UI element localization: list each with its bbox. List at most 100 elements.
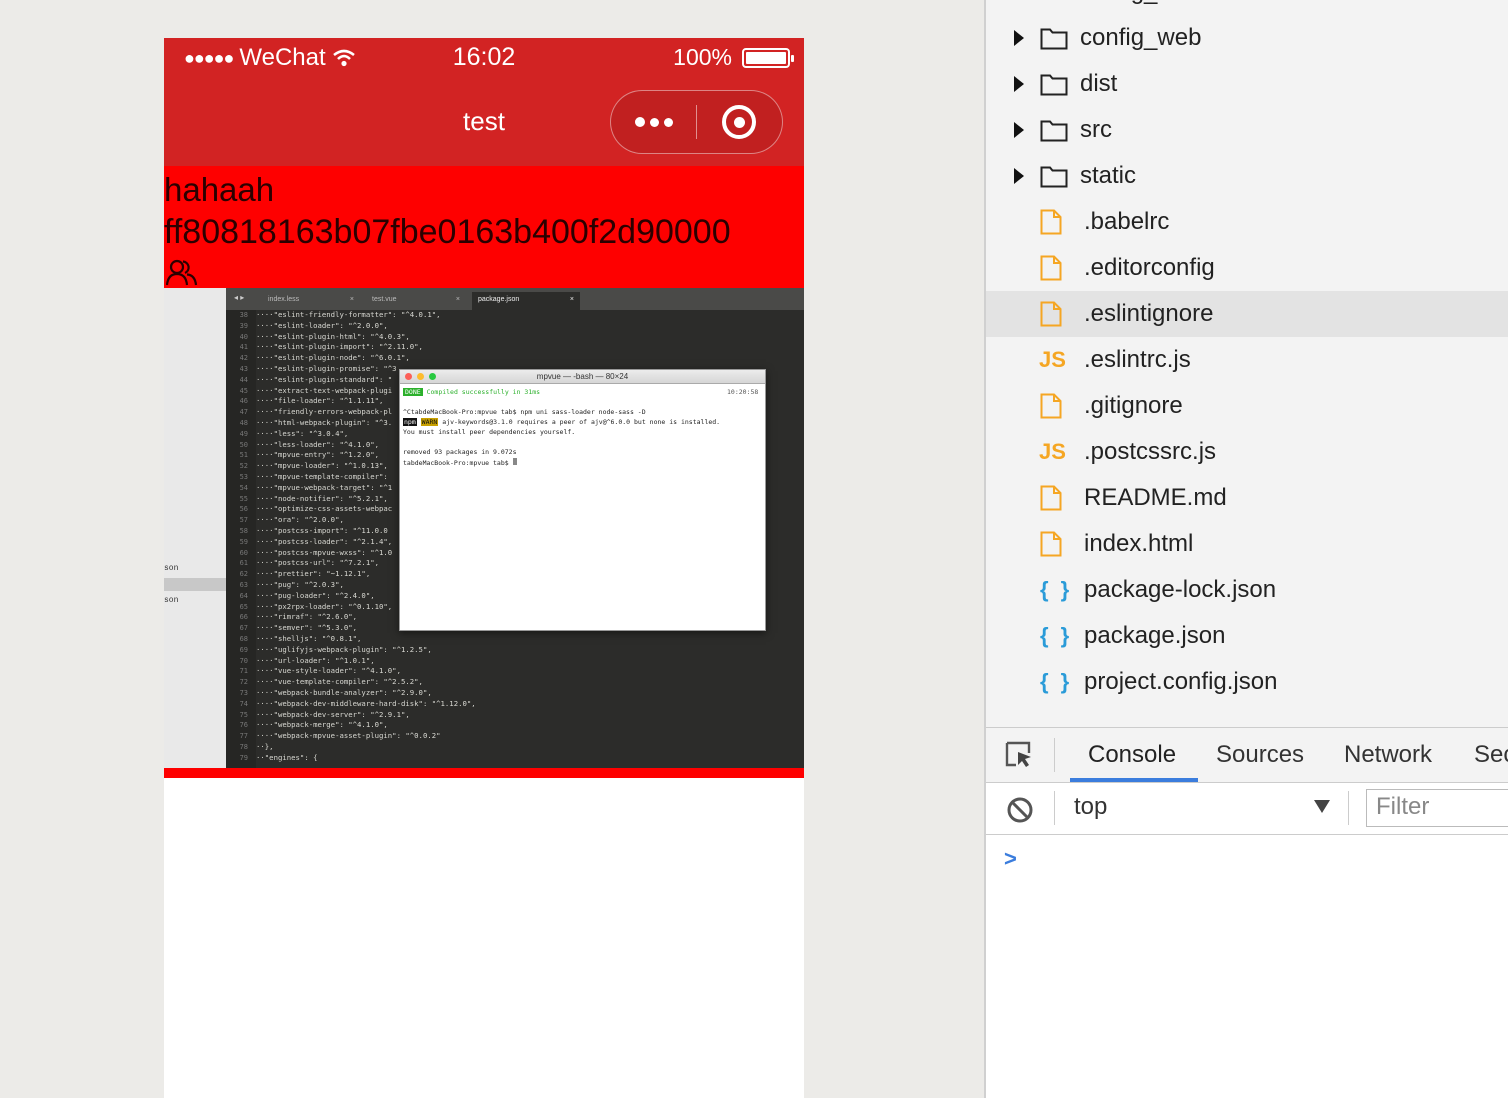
line-number: 58 bbox=[239, 527, 248, 535]
line-number: 59 bbox=[239, 537, 248, 546]
devtools-tabbar: Console Sources Network Sec bbox=[986, 727, 1508, 783]
content-text-1: hahaah bbox=[164, 171, 275, 208]
code-line: ····"eslint-friendly-formatter": "^4.0.1… bbox=[256, 310, 441, 319]
line-number: 45 bbox=[239, 386, 248, 395]
line-number: 39 bbox=[239, 321, 248, 330]
nav-arrows-icon: ◂ ▸ bbox=[234, 293, 245, 302]
tree-item-static[interactable]: static bbox=[986, 153, 1508, 199]
tree-item-editorconfig[interactable]: .editorconfig bbox=[986, 245, 1508, 291]
folder-icon bbox=[1040, 120, 1068, 142]
line-number: 52 bbox=[239, 462, 248, 471]
tree-item-label: .babelrc bbox=[1084, 208, 1170, 235]
content-bottom-band bbox=[164, 768, 804, 778]
code-line: ····"webpack-bundle-analyzer": "^2.9.0", bbox=[256, 688, 432, 697]
tree-item-src[interactable]: src bbox=[986, 107, 1508, 153]
json-file-icon: { } bbox=[1040, 669, 1073, 694]
code-line: ····"vue-style-loader": "^4.1.0", bbox=[256, 666, 401, 676]
tab-console[interactable]: Console bbox=[1088, 741, 1176, 769]
status-battery: 100% bbox=[673, 44, 794, 71]
tree-item-label: project.config.json bbox=[1084, 668, 1278, 695]
dropdown-arrow-icon[interactable] bbox=[1314, 800, 1330, 813]
tab-sources[interactable]: Sources bbox=[1216, 741, 1304, 769]
line-number: 42 bbox=[239, 354, 248, 363]
line-number: 72 bbox=[239, 678, 248, 687]
tree-item-label: .gitignore bbox=[1084, 392, 1183, 419]
folder-icon bbox=[1040, 74, 1068, 96]
line-number: 61 bbox=[239, 559, 248, 568]
code-line: ····"webpack-dev-server": "^2.9.1", bbox=[256, 709, 410, 719]
tree-item-label: index.html bbox=[1084, 530, 1194, 557]
line-number: 60 bbox=[239, 548, 248, 557]
tree-item-partial[interactable]: config_base bbox=[1080, 0, 1209, 6]
tree-item-package-json[interactable]: { } package.json bbox=[986, 613, 1508, 659]
json-file-icon: { } bbox=[1040, 577, 1073, 602]
more-icon[interactable] bbox=[611, 91, 696, 153]
tree-item-label: .eslintignore bbox=[1084, 300, 1214, 327]
file-icon bbox=[1040, 301, 1062, 327]
tree-item-label: package-lock.json bbox=[1084, 576, 1277, 603]
line-number: 56 bbox=[239, 505, 248, 514]
clear-console-icon[interactable] bbox=[1006, 796, 1034, 824]
tree-item-babelrc[interactable]: .babelrc bbox=[986, 199, 1508, 245]
expand-arrow-icon[interactable] bbox=[1014, 76, 1024, 92]
tree-item-label: config_web bbox=[1080, 24, 1202, 51]
expand-arrow-icon[interactable] bbox=[1014, 122, 1024, 138]
file-icon bbox=[1040, 531, 1062, 557]
code-line: ··"engines": { bbox=[256, 752, 318, 762]
line-number: 67 bbox=[239, 624, 248, 633]
tree-item-gitignore[interactable]: .gitignore bbox=[986, 383, 1508, 429]
tree-item-label: .editorconfig bbox=[1084, 254, 1215, 281]
tree-item-config-web[interactable]: config_web bbox=[986, 15, 1508, 61]
line-number: 51 bbox=[239, 451, 248, 460]
tree-item-index-html[interactable]: index.html bbox=[986, 521, 1508, 567]
line-number: 54 bbox=[239, 483, 248, 492]
devtools-panel: config_base config_webdist src static .babel… bbox=[984, 0, 1508, 1098]
line-number: 65 bbox=[239, 602, 248, 611]
code-line: ····"eslint-plugin-node": "^6.0.1", bbox=[256, 353, 410, 363]
file-icon bbox=[1040, 255, 1062, 281]
tree-item-eslintrc-js[interactable]: JS .eslintrc.js bbox=[986, 337, 1508, 383]
context-select[interactable]: top bbox=[1074, 793, 1107, 821]
line-number: 71 bbox=[239, 667, 248, 676]
line-number: 78 bbox=[239, 743, 248, 751]
battery-icon bbox=[742, 47, 794, 68]
expand-arrow-icon[interactable] bbox=[1014, 168, 1024, 184]
tree-item-label: src bbox=[1080, 116, 1112, 143]
terminal-line: npm WARN ajv-keywords@3.1.0 requires a p… bbox=[403, 418, 721, 426]
tree-item-postcssrc-js[interactable]: JS .postcssrc.js bbox=[986, 429, 1508, 475]
file-icon bbox=[1040, 209, 1062, 235]
tree-item-label: .eslintrc.js bbox=[1084, 346, 1191, 373]
editor-tab: index.less × bbox=[268, 296, 354, 303]
line-number: 47 bbox=[239, 408, 248, 417]
tree-item-dist[interactable]: dist bbox=[986, 61, 1508, 107]
editor-tab: test.vue × bbox=[372, 296, 460, 303]
editor-tabs: ◂ ▸ index.less × test.vue × package.json × bbox=[226, 288, 804, 310]
line-number: 64 bbox=[239, 591, 248, 600]
terminal-line: DONE Compiled successfully in 31ms bbox=[403, 388, 541, 396]
console-prompt-icon[interactable]: > bbox=[1004, 846, 1017, 872]
line-number: 77 bbox=[239, 732, 248, 741]
tab-network[interactable]: Network bbox=[1344, 741, 1432, 769]
tree-item-label: package.json bbox=[1084, 622, 1226, 649]
sidebar-text: son bbox=[164, 596, 179, 605]
code-line: ····"vue-template-compiler": "^2.5.2", bbox=[256, 677, 423, 687]
code-line: ····"url-loader": "^1.0.1", bbox=[256, 655, 375, 665]
expand-arrow-icon[interactable] bbox=[1014, 30, 1024, 46]
line-number: 68 bbox=[239, 635, 248, 643]
code-line: ····"webpack-merge": "^4.1.0", bbox=[256, 720, 388, 730]
sidebar-text: son bbox=[164, 564, 179, 573]
battery-percent: 100% bbox=[673, 44, 732, 70]
content-text-2: ff80818163b07fbe0163b400f2d90000 bbox=[164, 213, 731, 251]
tree-item-eslintignore[interactable]: .eslintignore bbox=[986, 291, 1508, 337]
tree-item-readme-md[interactable]: README.md bbox=[986, 475, 1508, 521]
close-miniprogram-icon[interactable] bbox=[697, 91, 782, 153]
code-line: ····"eslint-loader": "^2.0.0", bbox=[256, 320, 388, 330]
tree-item-project-config-json[interactable]: { } project.config.json bbox=[986, 659, 1508, 705]
tree-item-package-lock-json[interactable]: { } package-lock.json bbox=[986, 567, 1508, 613]
tab-security[interactable]: Sec bbox=[1474, 741, 1508, 769]
terminal-line: You must install peer dependencies yours… bbox=[403, 428, 576, 436]
inspect-element-icon[interactable] bbox=[1004, 740, 1034, 770]
filter-input[interactable]: Filter bbox=[1366, 789, 1508, 827]
line-number: 46 bbox=[239, 397, 248, 406]
line-number: 43 bbox=[239, 365, 248, 373]
